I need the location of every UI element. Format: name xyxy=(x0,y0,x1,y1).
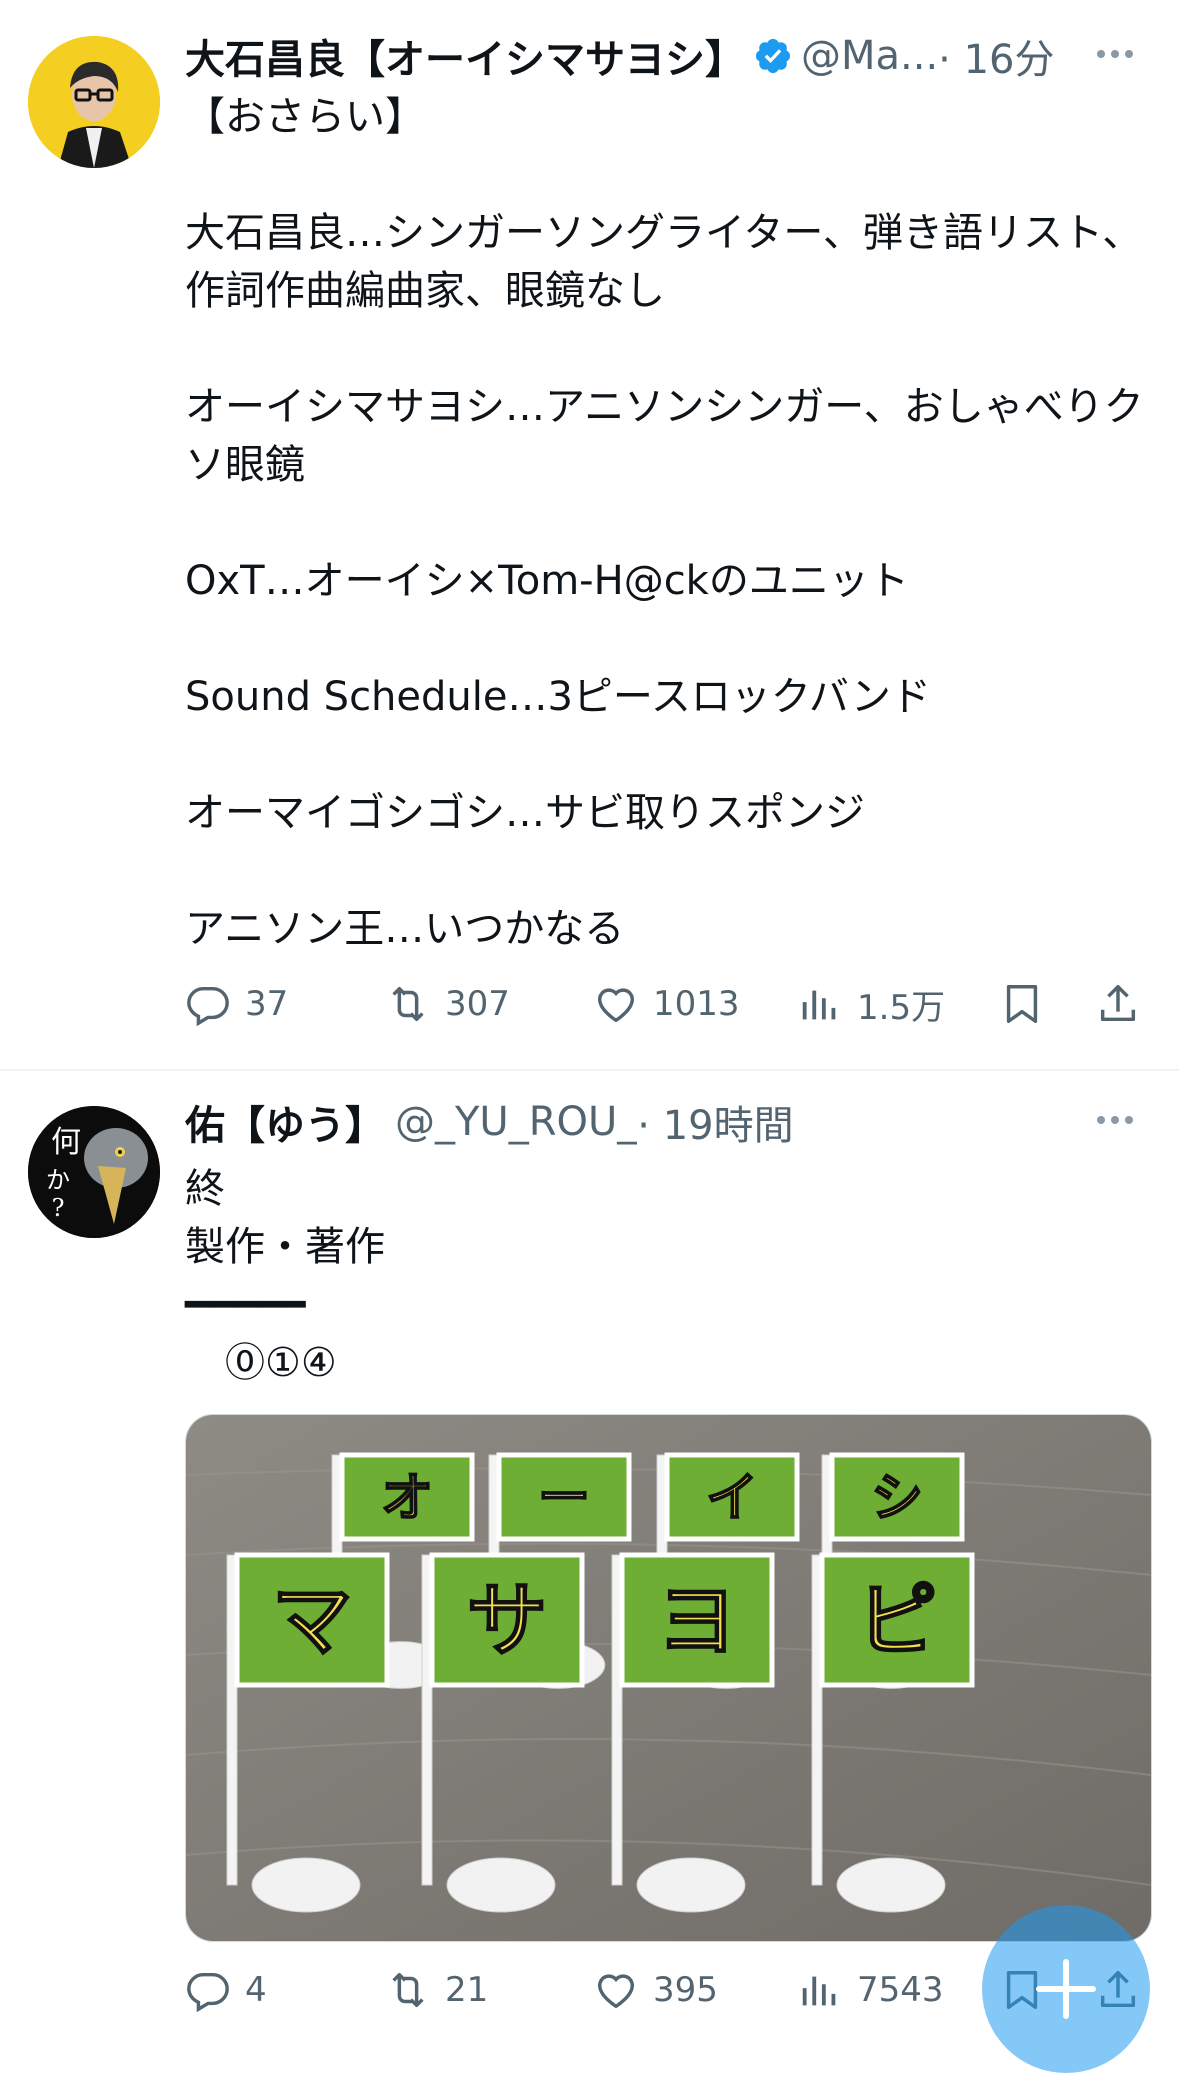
views-count: 1.5万 xyxy=(857,987,946,1028)
flag-character: ー xyxy=(538,1468,590,1528)
like-icon xyxy=(597,988,635,1023)
tweet[interactable]: 何 か ? 佑【ゆう】 @_YU_ROU_ · 19時間 終 製作・著作 ━━━… xyxy=(0,1072,1179,2034)
author-handle[interactable]: @_YU_ROU_ xyxy=(395,1099,637,1145)
like-button[interactable]: 1013 xyxy=(593,974,740,1034)
views-button[interactable]: 1.5万 xyxy=(797,974,945,1034)
verified-badge-icon xyxy=(753,36,793,76)
more-icon[interactable] xyxy=(1091,34,1139,74)
bookmark-icon xyxy=(1006,985,1038,1023)
tweet-divider xyxy=(0,1069,1179,1071)
tweet-text: 終 製作・著作 ━━━━━ ⓪①④ xyxy=(185,1166,385,1386)
tweet-header: 大石昌良【オーイシマサヨシ】 @Ma... · 16分 xyxy=(185,24,1139,88)
retweet-icon xyxy=(392,986,424,1022)
share-button[interactable] xyxy=(1095,974,1141,1034)
flag-character: オ xyxy=(381,1468,433,1528)
flag-character: ヨ xyxy=(657,1575,738,1669)
compose-button[interactable] xyxy=(982,1905,1150,2073)
reply-count: 4 xyxy=(245,1970,267,2010)
more-icon[interactable] xyxy=(1091,1100,1139,1140)
flag-character: ピ xyxy=(857,1575,938,1669)
author-name[interactable]: 佑【ゆう】 xyxy=(185,1093,385,1151)
tweet-text: 【おさらい】 大石昌良…シンガーソングライター、弾き語リスト、作詞作曲編曲家、眼… xyxy=(185,94,1144,952)
retweet-icon xyxy=(392,1972,424,2008)
avatar-text: 何 xyxy=(51,1125,81,1160)
retweet-button[interactable]: 307 xyxy=(385,974,510,1034)
reply-icon xyxy=(187,1972,229,2013)
like-count: 1013 xyxy=(653,984,740,1024)
share-icon xyxy=(1100,985,1136,1022)
author-name[interactable]: 大石昌良【オーイシマサヨシ】 xyxy=(185,27,745,85)
retweet-count: 21 xyxy=(445,1970,489,2010)
svg-text:?: ? xyxy=(52,1194,65,1222)
avatar[interactable] xyxy=(28,36,160,168)
retweet-button[interactable]: 21 xyxy=(385,1960,488,2020)
like-button[interactable]: 395 xyxy=(593,1960,718,2020)
flag-photo: オ ー イ シ マ サ ヨ ピ xyxy=(186,1415,1151,1941)
views-button[interactable]: 7543 xyxy=(797,1960,944,2020)
flag-character: シ xyxy=(871,1468,923,1528)
timestamp[interactable]: · 19時間 xyxy=(637,1093,793,1151)
retweet-count: 307 xyxy=(445,984,510,1024)
flag-character: マ xyxy=(272,1575,353,1669)
avatar[interactable]: 何 か ? xyxy=(28,1106,160,1238)
flag-character: イ xyxy=(706,1468,758,1528)
like-count: 395 xyxy=(653,1970,718,2010)
author-handle[interactable]: @Ma... xyxy=(801,33,938,79)
reply-button[interactable]: 4 xyxy=(185,1960,267,2020)
tweet-header: 佑【ゆう】 @_YU_ROU_ · 19時間 xyxy=(185,1090,1139,1154)
bookmark-button[interactable] xyxy=(999,974,1045,1034)
flag-character: サ xyxy=(467,1575,548,1669)
reply-icon xyxy=(187,986,229,1027)
like-icon xyxy=(597,1974,635,2009)
views-count: 7543 xyxy=(857,1970,944,2010)
reply-button[interactable]: 37 xyxy=(185,974,288,1034)
action-bar: 37 307 1013 1.5万 xyxy=(185,974,1145,1034)
tweet[interactable]: 大石昌良【オーイシマサヨシ】 @Ma... · 16分 【おさらい】 大石昌良…… xyxy=(0,0,1179,1070)
tweet-image[interactable]: オ ー イ シ マ サ ヨ ピ xyxy=(185,1414,1152,1942)
svg-text:か: か xyxy=(46,1166,70,1194)
views-icon xyxy=(802,990,836,1020)
views-icon xyxy=(802,1976,836,2006)
timestamp[interactable]: · 16分 xyxy=(938,27,1054,85)
reply-count: 37 xyxy=(245,984,289,1024)
compose-icon xyxy=(1036,1959,1096,2019)
